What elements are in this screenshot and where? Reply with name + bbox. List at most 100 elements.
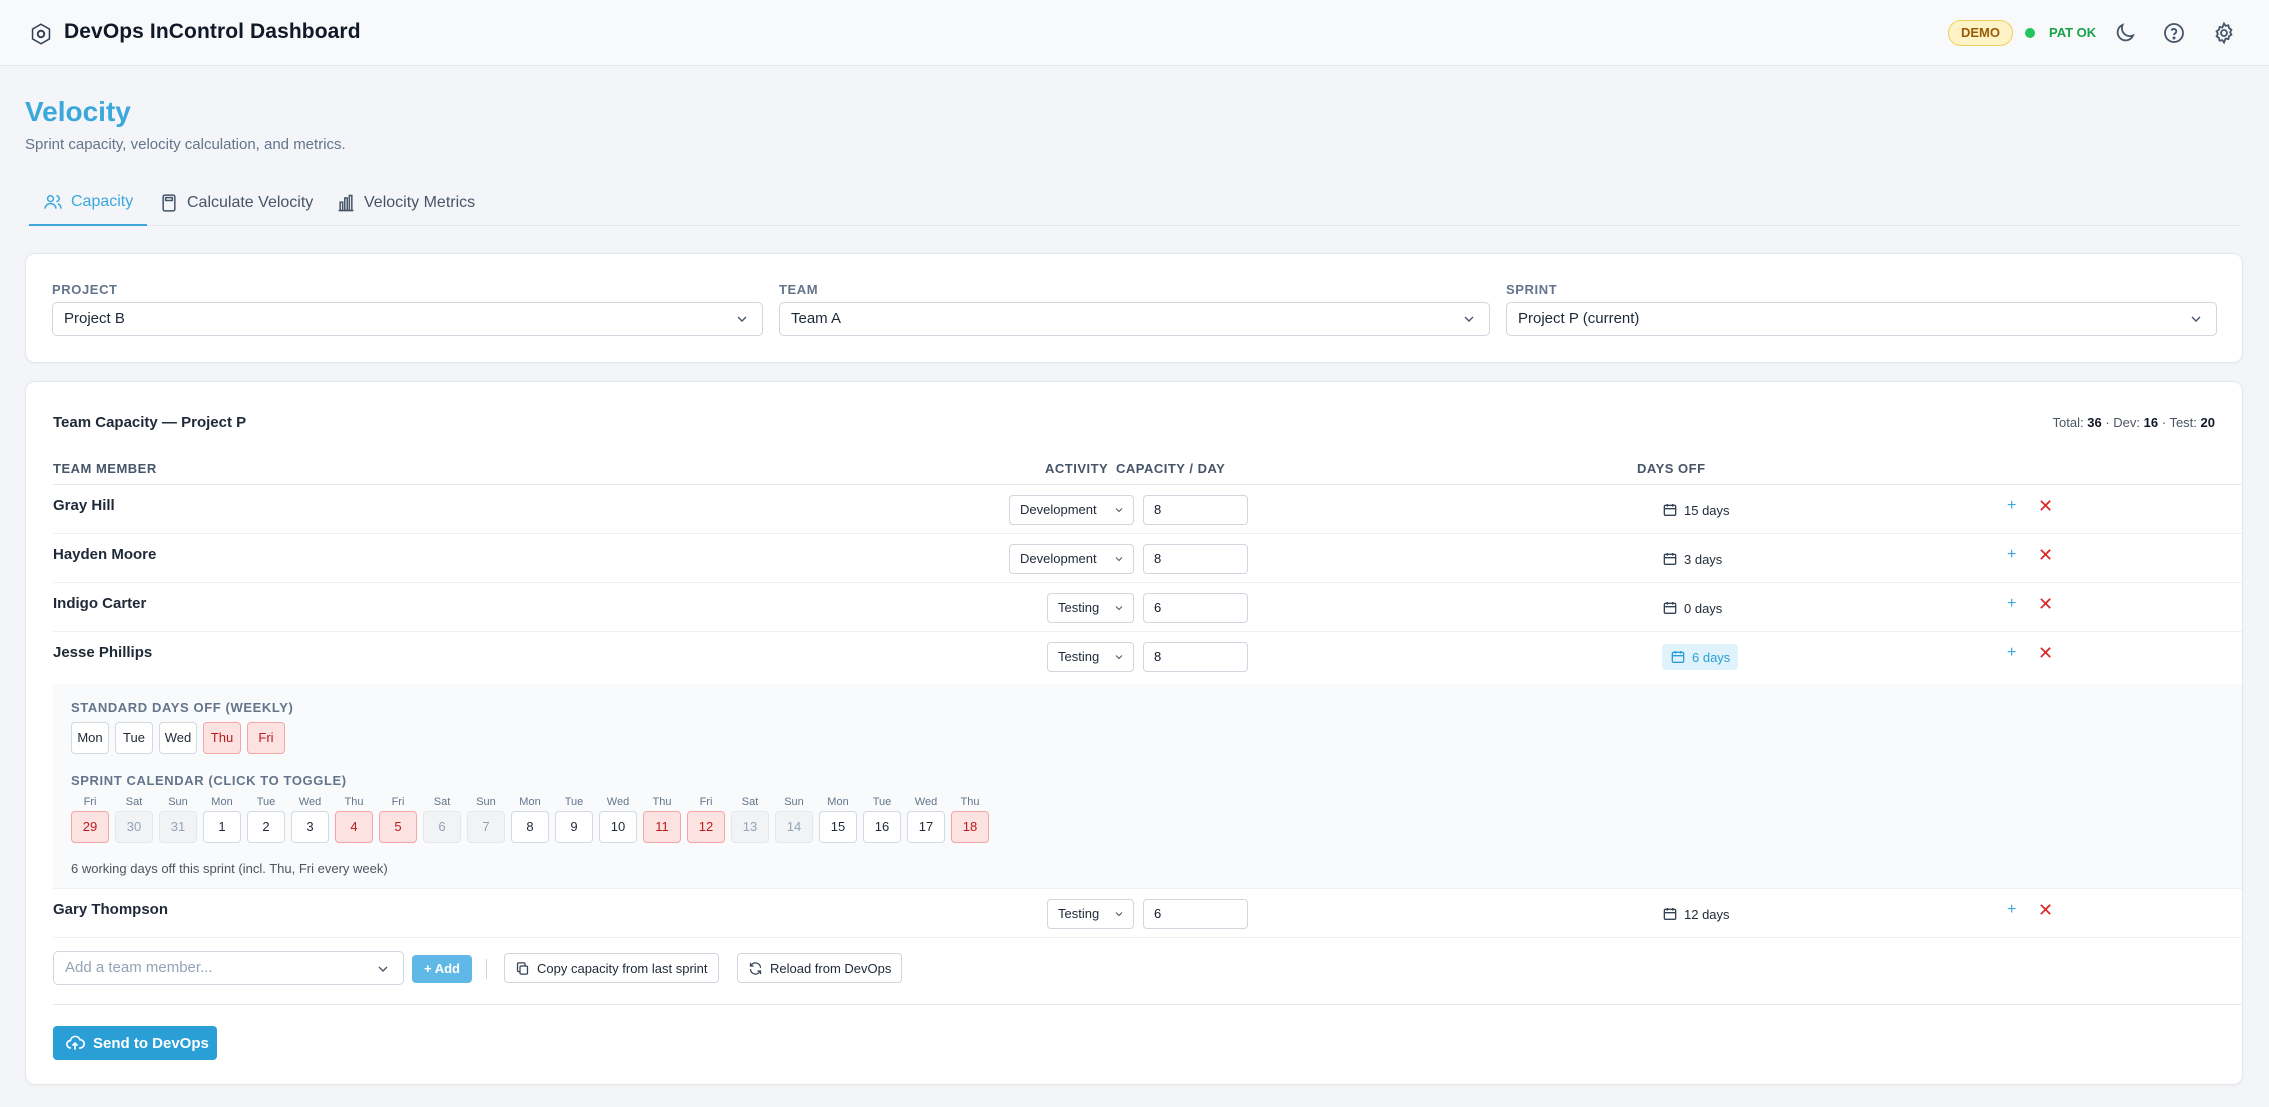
calendar-day[interactable]: 2 xyxy=(247,811,285,843)
header-capacity: CAPACITY / DAY xyxy=(1116,461,1226,476)
project-select[interactable]: Project B xyxy=(52,302,763,336)
copy-capacity-button[interactable]: Copy capacity from last sprint xyxy=(504,953,719,983)
days-off-button[interactable]: 0 days xyxy=(1662,595,1722,621)
table-row: Jesse Phillips Testing 8 6 days + ✕ xyxy=(53,632,2242,681)
member-name: Indigo Carter xyxy=(53,595,147,612)
calendar-day: 7 xyxy=(467,811,505,843)
weekday-wed[interactable]: Wed xyxy=(159,722,197,754)
activity-select[interactable]: Development xyxy=(1009,495,1134,525)
calendar-day[interactable]: 3 xyxy=(291,811,329,843)
activity-value: Testing xyxy=(1058,649,1100,664)
add-button[interactable]: + xyxy=(2007,595,2016,613)
member-name: Jesse Phillips xyxy=(53,644,153,661)
copy-icon xyxy=(516,961,529,975)
send-to-devops-button[interactable]: Send to DevOps xyxy=(53,1026,217,1060)
calendar-weekday-label: Sun xyxy=(784,796,804,808)
calendar-day[interactable]: 10 xyxy=(599,811,637,843)
add-button[interactable]: + xyxy=(2007,497,2016,515)
moon-icon[interactable] xyxy=(2113,21,2137,45)
sprint-select[interactable]: Project P (current) xyxy=(1506,302,2217,336)
tab-capacity[interactable]: Capacity xyxy=(29,180,148,226)
calendar-day[interactable]: 1 xyxy=(203,811,241,843)
calendar-day[interactable]: 5 xyxy=(379,811,417,843)
activity-value: Development xyxy=(1020,502,1097,517)
calendar-icon xyxy=(1663,908,1677,920)
project-label: PROJECT xyxy=(52,282,118,297)
weekday-mon[interactable]: Mon xyxy=(71,722,109,754)
calendar-day[interactable]: 11 xyxy=(643,811,681,843)
activity-select[interactable]: Testing xyxy=(1047,593,1134,623)
tab-label: Calculate Velocity xyxy=(187,194,314,211)
tab-label: Velocity Metrics xyxy=(364,194,476,211)
gear-icon[interactable] xyxy=(2212,21,2236,45)
reload-button[interactable]: Reload from DevOps xyxy=(737,953,903,983)
add-member-select[interactable]: Add a team member... xyxy=(53,951,404,985)
days-off-button[interactable]: 15 days xyxy=(1662,497,1730,523)
capacity-input[interactable]: 6 xyxy=(1143,593,1248,623)
page-title: Velocity xyxy=(25,96,131,127)
days-off-value: 3 days xyxy=(1684,551,1723,567)
member-name: Gray Hill xyxy=(53,497,115,514)
days-off-button[interactable]: 3 days xyxy=(1662,546,1722,572)
activity-value: Testing xyxy=(1058,906,1100,921)
capacity-input[interactable]: 6 xyxy=(1143,899,1248,929)
calendar-day[interactable]: 12 xyxy=(687,811,725,843)
activity-select[interactable]: Testing xyxy=(1047,642,1134,672)
table-row: Hayden Moore Development 8 3 days + ✕ xyxy=(53,534,2242,583)
chevron-down-icon xyxy=(1115,655,1123,660)
days-off-button[interactable]: 12 days xyxy=(1662,901,1730,927)
remove-button[interactable]: ✕ xyxy=(2038,594,2053,615)
copy-capacity-label: Copy capacity from last sprint xyxy=(537,960,708,976)
calendar-day[interactable]: 29 xyxy=(71,811,109,843)
reload-label: Reload from DevOps xyxy=(770,960,892,976)
project-value: Project B xyxy=(64,310,125,327)
calendar-day[interactable]: 15 xyxy=(819,811,857,843)
calendar-weekday-label: Sat xyxy=(125,796,143,808)
total-value: 36 xyxy=(2087,415,2102,430)
remove-button[interactable]: ✕ xyxy=(2038,900,2053,921)
capacity-input[interactable]: 8 xyxy=(1143,642,1248,672)
team-label: TEAM xyxy=(779,282,819,297)
add-button[interactable]: + xyxy=(2007,644,2016,662)
capacity-title: Team Capacity — Project P xyxy=(53,414,247,431)
member-name: Gary Thompson xyxy=(53,901,169,918)
remove-button[interactable]: ✕ xyxy=(2038,496,2053,517)
calendar-day[interactable]: 18 xyxy=(951,811,989,843)
weekday-tue[interactable]: Tue xyxy=(115,722,153,754)
chevron-down-icon xyxy=(1464,316,1474,322)
help-icon[interactable] xyxy=(2162,21,2186,45)
calendar-day[interactable]: 16 xyxy=(863,811,901,843)
remove-button[interactable]: ✕ xyxy=(2038,545,2053,566)
chevron-down-icon xyxy=(1115,912,1123,917)
activity-select[interactable]: Testing xyxy=(1047,899,1134,929)
weekday-fri[interactable]: Fri xyxy=(247,722,285,754)
calendar-weekday-label: Wed xyxy=(606,796,630,808)
weekday-thu[interactable]: Thu xyxy=(203,722,241,754)
pat-status: PAT OK xyxy=(2049,25,2097,40)
table-row: Indigo Carter Testing 6 0 days + ✕ xyxy=(53,583,2242,632)
tab-calculate-velocity[interactable]: Calculate Velocity xyxy=(159,180,313,226)
calendar-day[interactable]: 8 xyxy=(511,811,549,843)
activity-value: Development xyxy=(1020,551,1097,566)
calendar-day[interactable]: 17 xyxy=(907,811,945,843)
add-member-placeholder: Add a team member... xyxy=(65,959,213,976)
weekly-label: STANDARD DAYS OFF (WEEKLY) xyxy=(71,700,294,715)
add-button[interactable]: + xyxy=(2007,546,2016,564)
team-select[interactable]: Team A xyxy=(779,302,1490,336)
calendar-day[interactable]: 4 xyxy=(335,811,373,843)
add-button[interactable]: + xyxy=(2007,901,2016,919)
capacity-input[interactable]: 8 xyxy=(1143,544,1248,574)
add-member-button[interactable]: + Add xyxy=(412,955,472,983)
users-icon xyxy=(44,195,62,209)
days-off-note: 6 working days off this sprint (incl. Th… xyxy=(71,861,388,876)
test-label: · Test: xyxy=(2161,415,2197,430)
divider xyxy=(486,959,487,979)
days-off-button[interactable]: 6 days xyxy=(1662,644,1739,670)
activity-select[interactable]: Development xyxy=(1009,544,1134,574)
capacity-input[interactable]: 8 xyxy=(1143,495,1248,525)
calendar-day[interactable]: 9 xyxy=(555,811,593,843)
top-bar: DevOps InControl Dashboard DEMO PAT OK xyxy=(0,0,2269,66)
remove-button[interactable]: ✕ xyxy=(2038,643,2053,664)
tab-velocity-metrics[interactable]: Velocity Metrics xyxy=(336,180,475,226)
calendar-weekday-label: Tue xyxy=(256,796,276,808)
